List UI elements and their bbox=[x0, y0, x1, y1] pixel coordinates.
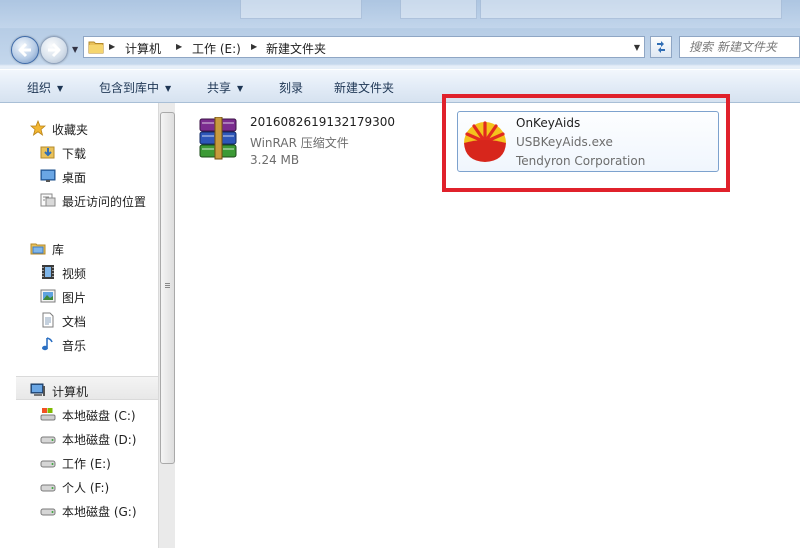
star-icon bbox=[30, 120, 46, 136]
file-tile-executable[interactable]: OnKeyAids USBKeyAids.exe Tendyron Corpor… bbox=[457, 111, 719, 172]
background-window-edge bbox=[400, 0, 477, 19]
new-folder-button[interactable]: 新建文件夹 bbox=[334, 79, 394, 96]
dropdown-arrow-icon: ▼ bbox=[165, 84, 172, 93]
nav-computer-label: 计算机 bbox=[52, 385, 89, 399]
app-filename: USBKeyAids.exe bbox=[516, 135, 613, 149]
app-name: OnKeyAids bbox=[516, 116, 581, 130]
include-in-library-button[interactable]: 包含到库中 ▼ bbox=[99, 79, 171, 96]
petrochina-logo-icon bbox=[464, 121, 506, 162]
nav-item-label: 下载 bbox=[62, 147, 87, 161]
file-tile-archive[interactable]: 2016082619132179300 WinRAR 压缩文件 3.24 MB bbox=[189, 111, 419, 171]
background-window-edge bbox=[240, 0, 362, 19]
music-note-icon bbox=[42, 337, 53, 351]
computer-icon bbox=[30, 383, 45, 396]
app-publisher: Tendyron Corporation bbox=[516, 154, 646, 168]
documents-icon bbox=[42, 312, 54, 328]
nav-item-label: 桌面 bbox=[62, 171, 87, 185]
share-label: 共享 bbox=[207, 81, 232, 95]
dropdown-arrow-icon: ▼ bbox=[57, 84, 64, 93]
nav-item-label: 音乐 bbox=[62, 339, 87, 353]
nav-item-label: 工作 (E:) bbox=[62, 457, 111, 471]
hard-drive-icon bbox=[40, 508, 56, 516]
back-arrow-icon bbox=[18, 42, 31, 58]
burn-button[interactable]: 刻录 bbox=[279, 79, 303, 96]
command-bar: 组织 ▼ 包含到库中 ▼ 共享 ▼ 刻录 新建文件夹 bbox=[0, 69, 800, 103]
file-type: WinRAR 压缩文件 bbox=[250, 136, 349, 150]
organize-button[interactable]: 组织 ▼ bbox=[27, 79, 63, 96]
file-name: 2016082619132179300 bbox=[250, 115, 396, 129]
hard-drive-icon bbox=[40, 436, 56, 444]
winrar-archive-icon bbox=[199, 117, 237, 160]
breadcrumb-drive-e[interactable]: 工作 (E:) bbox=[192, 40, 241, 57]
breadcrumb-separator[interactable]: ▶ bbox=[109, 42, 115, 51]
nav-favorites-label: 收藏夹 bbox=[52, 123, 89, 137]
dropdown-arrow-icon: ▼ bbox=[237, 84, 244, 93]
nav-item-label: 文档 bbox=[62, 315, 87, 329]
nav-item-label: 个人 (F:) bbox=[62, 481, 110, 495]
hard-drive-icon bbox=[40, 484, 56, 492]
recent-pages-dropdown[interactable]: ▼ bbox=[72, 45, 78, 54]
video-icon bbox=[42, 265, 54, 279]
refresh-icon bbox=[657, 41, 665, 53]
nav-item-label: 视频 bbox=[62, 267, 87, 281]
nav-item-label: 本地磁盘 (C:) bbox=[62, 409, 136, 423]
organize-label: 组织 bbox=[27, 81, 52, 95]
recent-places-icon bbox=[40, 193, 56, 207]
include-library-label: 包含到库中 bbox=[99, 81, 160, 95]
address-bar[interactable]: ▶ 计算机 ▶ 工作 (E:) ▶ 新建文件夹 ▼ bbox=[83, 36, 645, 58]
desktop-icon bbox=[40, 169, 56, 182]
breadcrumb-separator[interactable]: ▶ bbox=[251, 42, 257, 51]
nav-item-label: 本地磁盘 (G:) bbox=[62, 505, 137, 519]
nav-item-label: 本地磁盘 (D:) bbox=[62, 433, 137, 447]
downloads-folder-icon bbox=[40, 146, 55, 159]
hard-drive-icon bbox=[40, 460, 56, 468]
folder-icon bbox=[88, 41, 104, 54]
forward-arrow-icon bbox=[48, 42, 61, 58]
share-button[interactable]: 共享 ▼ bbox=[207, 79, 243, 96]
search-input[interactable] bbox=[680, 37, 798, 57]
file-size: 3.24 MB bbox=[250, 153, 300, 167]
file-list-area: 2016082619132179300 WinRAR 压缩文件 3.24 MB … bbox=[175, 103, 800, 548]
breadcrumb-computer[interactable]: 计算机 bbox=[125, 40, 161, 57]
scrollbar-grip-icon bbox=[165, 283, 170, 284]
refresh-button[interactable] bbox=[650, 36, 672, 58]
system-drive-icon bbox=[40, 408, 56, 421]
background-window-edge bbox=[480, 0, 782, 19]
nav-item-label: 图片 bbox=[62, 291, 87, 305]
breadcrumb-current-folder[interactable]: 新建文件夹 bbox=[266, 40, 326, 57]
nav-libraries-label: 库 bbox=[52, 243, 65, 257]
nav-item-label: 最近访问的位置 bbox=[62, 195, 147, 209]
navigation-pane: 收藏夹 下载 桌面 最近访问的位置 库 视频 图片 文档 音乐 计算机 本地磁盘… bbox=[0, 103, 158, 548]
breadcrumb-separator[interactable]: ▶ bbox=[176, 42, 182, 51]
back-button[interactable] bbox=[11, 36, 39, 64]
address-dropdown-icon[interactable]: ▼ bbox=[634, 43, 640, 52]
forward-button[interactable] bbox=[40, 36, 68, 64]
library-icon bbox=[30, 243, 46, 255]
pictures-icon bbox=[40, 289, 56, 303]
scrollbar-thumb[interactable] bbox=[160, 112, 175, 464]
search-box[interactable] bbox=[679, 36, 800, 58]
navigation-pane-scrollbar[interactable] bbox=[158, 103, 175, 548]
